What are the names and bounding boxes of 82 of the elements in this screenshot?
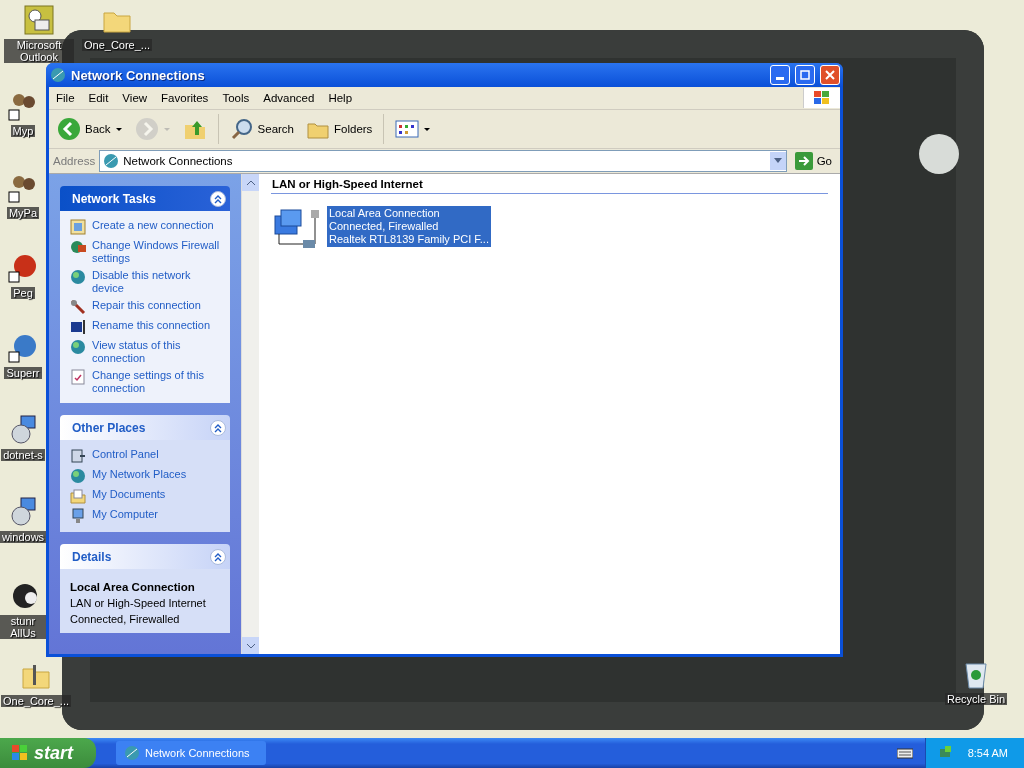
details-heading: Local Area Connection (70, 581, 196, 593)
start-button[interactable]: start (0, 738, 96, 768)
network-icon (124, 745, 140, 761)
network-icon (70, 339, 86, 355)
caret-icon (114, 125, 123, 133)
caret-icon (162, 125, 171, 133)
desktop-icon-label[interactable]: Peg (11, 287, 35, 299)
pane-title: Details (72, 549, 112, 564)
computer-icon (70, 508, 86, 524)
address-field[interactable]: Network Connections (99, 150, 787, 172)
desktop-icon-label[interactable]: windows (0, 531, 47, 543)
window-title: Network Connections (71, 67, 206, 83)
scroll-up-icon (246, 179, 255, 186)
address-label: Address (53, 155, 96, 167)
chevron-icon (213, 193, 223, 204)
scrollbar[interactable] (241, 174, 259, 654)
menu-item[interactable]: Edit (81, 92, 116, 104)
go-button[interactable]: Go (790, 152, 836, 170)
task-link[interactable]: Change settings of this connection (92, 369, 220, 395)
menu-item[interactable]: Help (321, 92, 360, 104)
desktop-icon-label[interactable]: dotnet-s (1, 449, 45, 461)
group-heading: LAN or High-Speed Internet (271, 178, 828, 194)
task-link[interactable]: My Computer (92, 508, 159, 521)
task-link[interactable]: Disable this network device (92, 269, 220, 295)
minimize-icon (776, 76, 784, 80)
task-link[interactable]: Change Windows Firewall settings (92, 239, 220, 265)
documents-icon (70, 488, 86, 504)
maximize-icon (800, 70, 810, 80)
task-link[interactable]: View status of this connection (92, 339, 220, 365)
task-link[interactable]: Rename this connection (92, 319, 210, 332)
scroll-down-icon (246, 642, 255, 649)
pane-title: Other Places (72, 420, 146, 435)
dropdown-button[interactable] (769, 152, 786, 170)
desktop-icon-label[interactable]: MyPa (6, 207, 40, 219)
desktop-icon-label[interactable]: Microsoft Outlook (4, 39, 74, 63)
task-link[interactable]: My Documents (92, 488, 166, 501)
task-link[interactable]: My Network Places (92, 468, 187, 481)
task-link[interactable]: Repair this connection (92, 299, 201, 312)
windows-logo-icon (10, 743, 30, 763)
menu-item[interactable]: Advanced (256, 92, 322, 104)
collapse-button[interactable] (210, 548, 226, 565)
task-link[interactable]: Control Panel (92, 448, 159, 461)
menu-item[interactable]: Favorites (154, 92, 216, 104)
views-icon (395, 119, 420, 139)
close-button[interactable] (820, 65, 840, 85)
clock: 8:54 AM (967, 747, 1008, 759)
back-button[interactable]: Back (53, 115, 127, 143)
folders-button[interactable]: Folders (302, 115, 377, 143)
network-icon (50, 67, 66, 83)
minimize-button[interactable] (770, 65, 790, 85)
desktop-icon-label[interactable]: Superr (4, 367, 42, 379)
keyboard-icon[interactable] (896, 747, 913, 759)
close-icon (825, 70, 835, 80)
desktop-icon-label[interactable]: Myp (10, 125, 36, 137)
task-link[interactable]: Create a new connection (92, 219, 214, 232)
search-icon (229, 117, 254, 141)
details-text: Connected, Firewalled (70, 613, 181, 625)
menu-item[interactable]: File (49, 92, 82, 104)
taskbar-button[interactable]: Network Connections (116, 741, 266, 765)
desktop-icon-label[interactable]: stunr AllUs (0, 615, 46, 639)
network-icon (70, 269, 86, 285)
desktop-icon-label[interactable]: Recycle Bin (944, 693, 1008, 705)
collapse-button[interactable] (210, 190, 226, 207)
search-button[interactable]: Search (225, 115, 298, 143)
desktop-icon-label[interactable]: One_Core_... (0, 695, 71, 707)
chevron-icon (213, 422, 223, 433)
chevron-icon (213, 551, 223, 562)
network-icon (70, 468, 86, 484)
globe-icon[interactable] (7, 332, 39, 364)
network-icon (103, 153, 120, 169)
maximize-button[interactable] (795, 65, 815, 85)
menu-item[interactable]: Tools (215, 92, 257, 104)
pane-title: Network Tasks (72, 191, 156, 206)
collapse-button[interactable] (210, 419, 226, 436)
repair-icon (70, 299, 86, 315)
connection-label[interactable]: Local Area Connection Connected, Firewalled Realtek RTL8139 Family PCI F... (327, 206, 491, 247)
caret-icon (423, 125, 432, 133)
desktop-icon-label[interactable]: One_Core_... (82, 39, 153, 51)
caret-icon (773, 158, 782, 164)
balloon-icon[interactable] (7, 252, 39, 284)
details-text: LAN or High-Speed Internet (70, 597, 207, 609)
menu-item[interactable]: View (115, 92, 155, 104)
